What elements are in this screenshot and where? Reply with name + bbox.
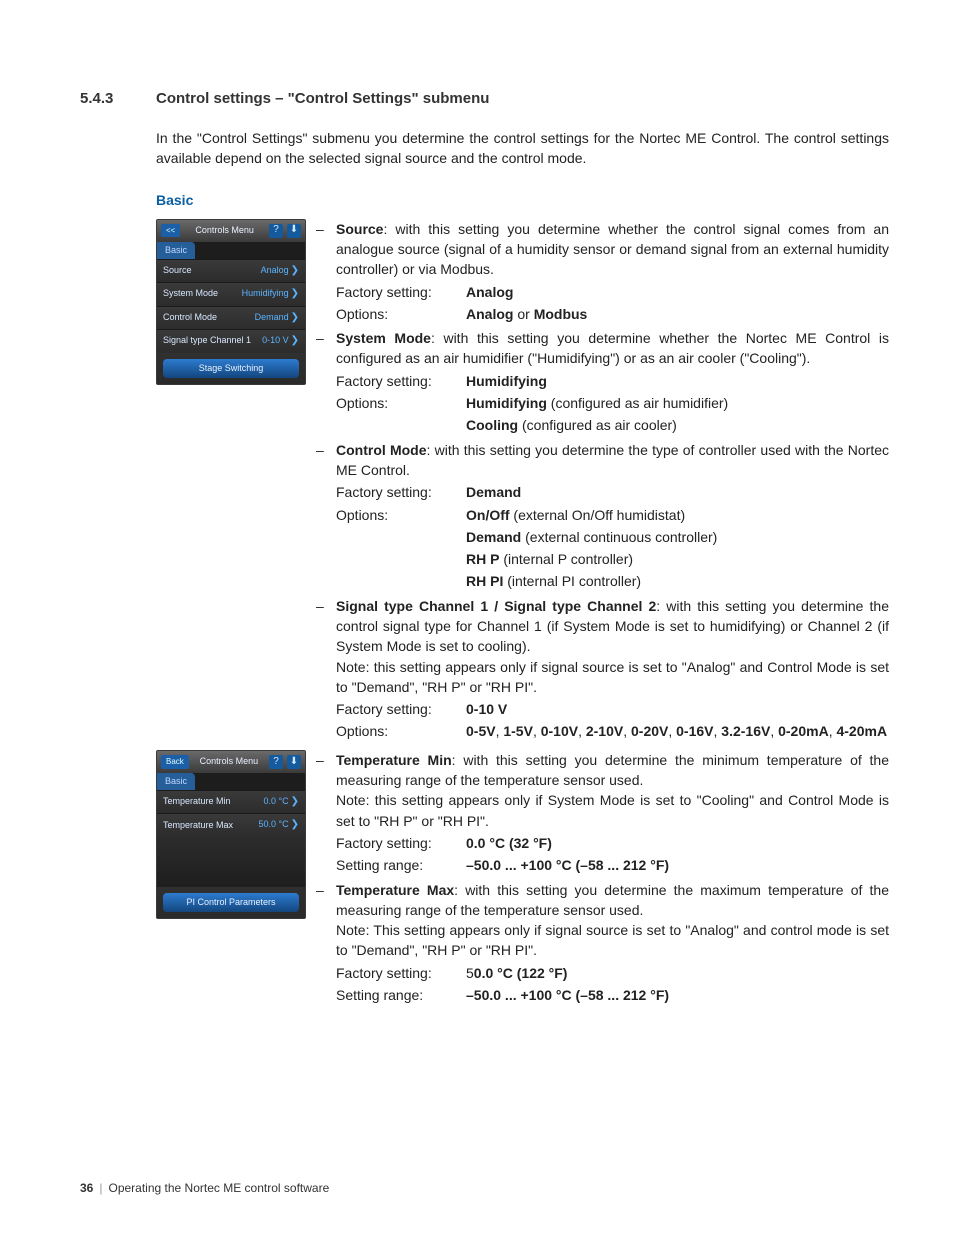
row-control-mode[interactable]: Control ModeDemand❯ <box>157 306 305 330</box>
chevron-right-icon: ❯ <box>291 335 299 346</box>
screenshot-controls-menu-basic: << Controls Menu ? ⬇ Basic SourceAnalog❯… <box>156 219 306 385</box>
chevron-right-icon: ❯ <box>291 265 299 276</box>
help-icon[interactable]: ? <box>269 224 283 238</box>
chevron-right-icon: ❯ <box>291 312 299 323</box>
screen-title: Controls Menu <box>193 757 265 767</box>
signal-options: 0-5V, 1-5V, 0-10V, 2-10V, 0-20V, 0-16V, … <box>466 721 889 741</box>
item-temperature-max: – Temperature Max: with this setting you… <box>316 880 889 1006</box>
help-icon[interactable]: ? <box>269 755 283 769</box>
row-temperature-min[interactable]: Temperature Min0.0 °C❯ <box>157 790 305 814</box>
row-system-mode[interactable]: System ModeHumidifying❯ <box>157 282 305 306</box>
basic-subheading: Basic <box>156 190 889 210</box>
tab-basic[interactable]: Basic <box>157 773 195 790</box>
item-system-mode: – System Mode: with this setting you det… <box>316 328 889 435</box>
pi-control-parameters-button[interactable]: PI Control Parameters <box>163 893 299 912</box>
export-icon[interactable]: ⬇ <box>287 224 301 238</box>
back-button[interactable]: Back <box>161 755 189 769</box>
tab-basic[interactable]: Basic <box>157 242 195 259</box>
item-temperature-min: – Temperature Min: with this setting you… <box>316 750 889 876</box>
row-signal-type[interactable]: Signal type Channel 10-10 V❯ <box>157 329 305 353</box>
page-number: 36 <box>80 1181 93 1195</box>
chevron-right-icon: ❯ <box>291 288 299 299</box>
screen-title: Controls Menu <box>184 226 265 236</box>
stage-switching-button[interactable]: Stage Switching <box>163 359 299 378</box>
footer-text: Operating the Nortec ME control software <box>108 1181 329 1195</box>
row-source[interactable]: SourceAnalog❯ <box>157 259 305 283</box>
item-signal-type: – Signal type Channel 1 / Signal type Ch… <box>316 596 889 742</box>
chevron-right-icon: ❯ <box>291 796 299 807</box>
chevron-right-icon: ❯ <box>291 819 299 830</box>
back-button[interactable]: << <box>161 224 180 238</box>
item-control-mode: – Control Mode: with this setting you de… <box>316 440 889 592</box>
section-title: Control settings – "Control Settings" su… <box>156 90 489 107</box>
intro-paragraph: In the "Control Settings" submenu you de… <box>156 128 889 169</box>
row-temperature-max[interactable]: Temperature Max50.0 °C❯ <box>157 813 305 837</box>
page-footer: 36|Operating the Nortec ME control softw… <box>80 1180 329 1197</box>
screenshot-controls-menu-temperature: Back Controls Menu ? ⬇ Basic Temperature… <box>156 750 306 919</box>
section-number: 5.4.3 <box>80 88 156 110</box>
export-icon[interactable]: ⬇ <box>287 755 301 769</box>
section-heading: 5.4.3Control settings – "Control Setting… <box>80 88 889 110</box>
source-options: Analog or Modbus <box>466 304 889 324</box>
item-source: – Source: with this setting you determin… <box>316 219 889 324</box>
